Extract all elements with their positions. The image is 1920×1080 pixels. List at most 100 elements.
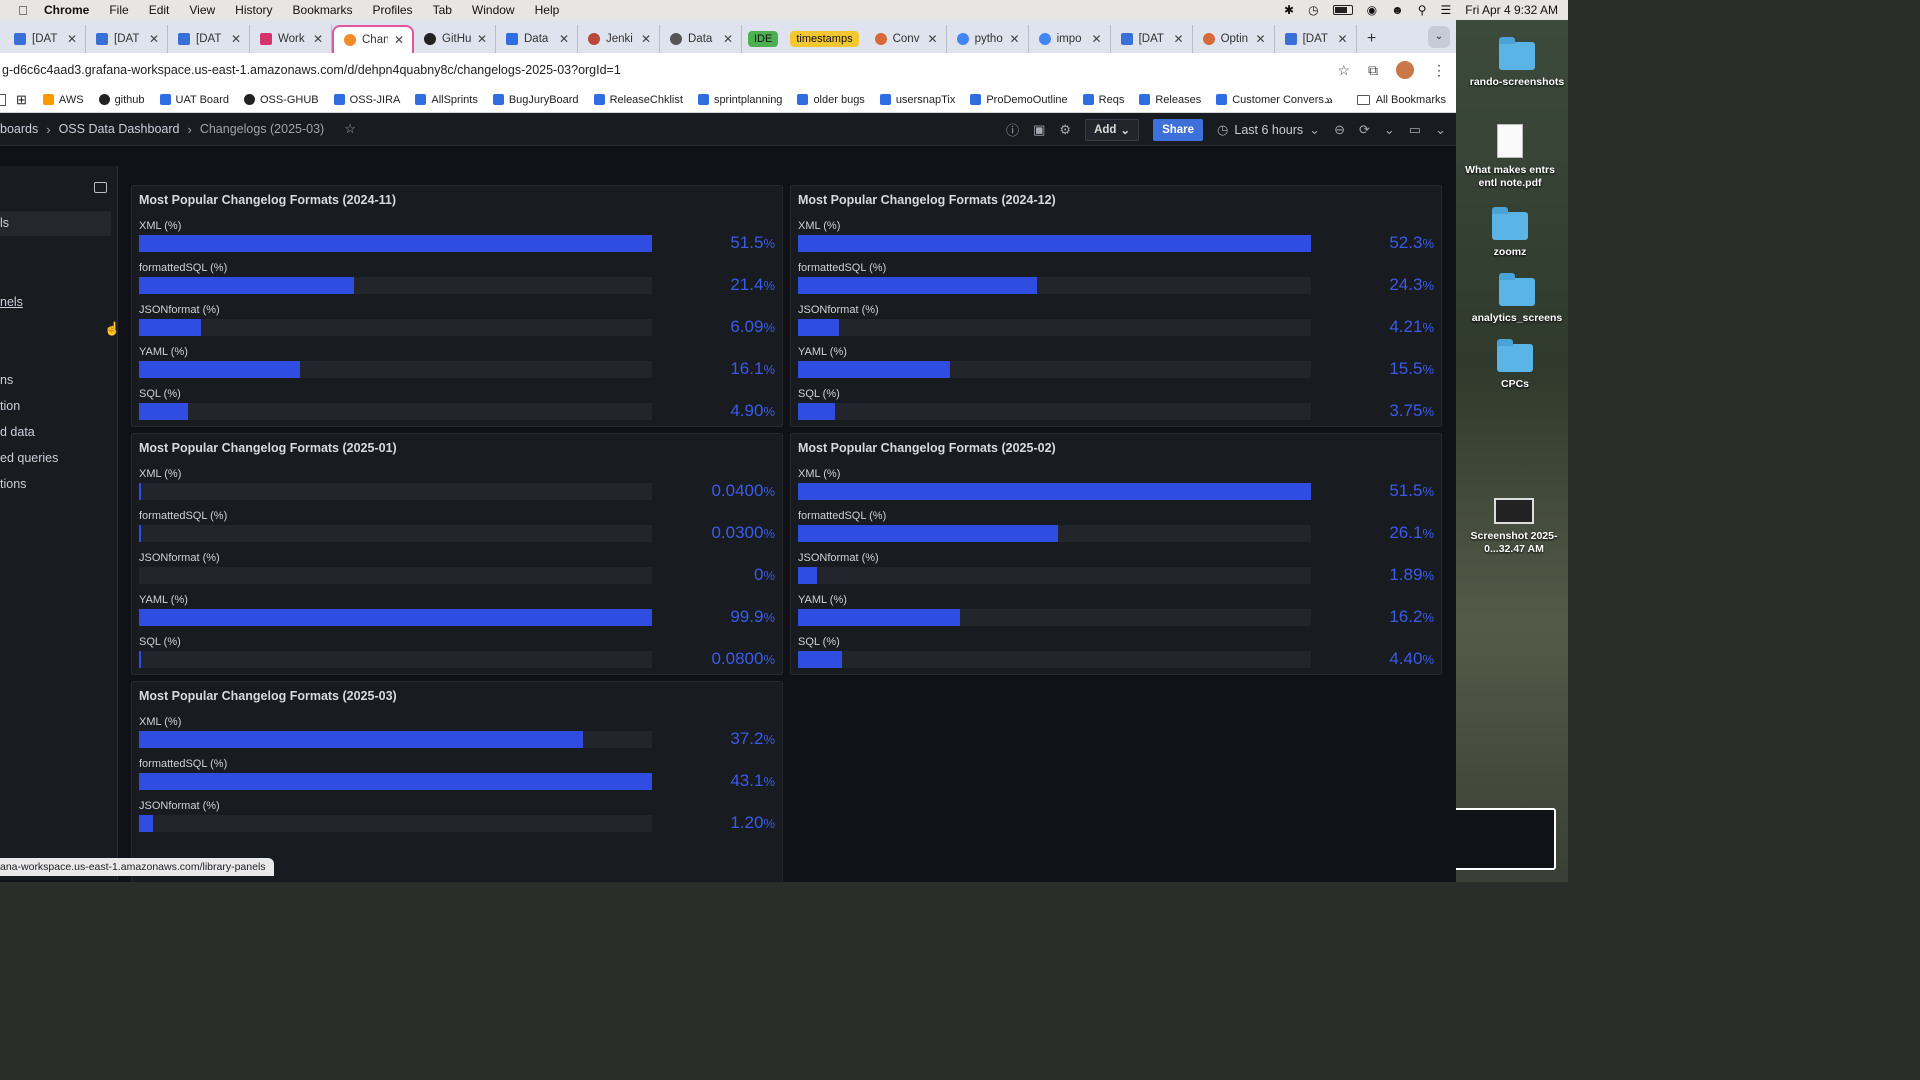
- bookmark-reqs[interactable]: Reqs: [1082, 94, 1124, 106]
- bookmark-customer-convers[interactable]: Customer Convers...: [1216, 94, 1333, 106]
- desktop-item-rando-screenshots[interactable]: rando-screenshots: [1467, 37, 1567, 89]
- tab-group-ide[interactable]: IDE: [742, 25, 784, 53]
- close-icon[interactable]: ✕: [1010, 32, 1020, 46]
- browser-tab[interactable]: impo ✕: [1029, 25, 1111, 53]
- bookmark-usersnaptix[interactable]: usersnapTix: [879, 94, 955, 106]
- close-icon[interactable]: ✕: [231, 32, 241, 46]
- menu-window[interactable]: Window: [472, 3, 515, 17]
- breadcrumb-dashboard[interactable]: OSS Data Dashboard: [59, 122, 180, 136]
- close-icon[interactable]: ✕: [559, 32, 569, 46]
- zoom-out-icon[interactable]: ⊖: [1334, 122, 1345, 138]
- desktop-item-pdf[interactable]: What makes entrs entl note.pdf: [1460, 124, 1560, 190]
- nav-item-playlists[interactable]: tion: [0, 399, 20, 413]
- bookmark-releasechklist[interactable]: ReleaseChklist: [593, 94, 683, 106]
- bookmark-sprintplanning[interactable]: sprintplanning: [697, 94, 782, 106]
- nav-item-snapshots[interactable]: ns: [0, 373, 13, 387]
- close-icon[interactable]: ✕: [477, 32, 487, 46]
- browser-tab-active[interactable]: Chan ✕: [332, 25, 414, 53]
- bookmark-github[interactable]: github: [98, 94, 145, 106]
- browser-tab[interactable]: [DAT ✕: [1275, 25, 1357, 53]
- bookmark-allsprints[interactable]: AllSprints: [415, 94, 478, 106]
- bookmark-releases[interactable]: Releases: [1139, 94, 1201, 106]
- menu-clock[interactable]: Fri Apr 4 9:32 AM: [1465, 3, 1558, 17]
- browser-tab[interactable]: [DAT ✕: [1111, 25, 1193, 53]
- share-button[interactable]: Share: [1153, 118, 1204, 141]
- control-center-icon[interactable]: ☰: [1441, 3, 1452, 17]
- browser-tab[interactable]: pytho ✕: [947, 25, 1029, 53]
- close-icon[interactable]: ✕: [67, 32, 77, 46]
- app-menu[interactable]: Chrome: [44, 3, 89, 17]
- close-icon[interactable]: ✕: [723, 32, 733, 46]
- close-icon[interactable]: ✕: [394, 33, 404, 47]
- bookmark-star-icon[interactable]: ☆: [1337, 62, 1350, 79]
- desktop-item-screenshot[interactable]: Screenshot 2025-0...32.47 AM: [1464, 498, 1564, 556]
- user-icon[interactable]: ☻: [1391, 3, 1404, 17]
- kebab-menu-icon[interactable]: ⋮: [1432, 62, 1446, 79]
- wifi-icon[interactable]: ◉: [1367, 3, 1377, 17]
- time-machine-icon[interactable]: ◷: [1308, 3, 1318, 17]
- bookmark-oss-ghub[interactable]: OSS-GHUB: [243, 94, 319, 106]
- dock-menu-icon[interactable]: [94, 182, 107, 193]
- close-icon[interactable]: ✕: [1092, 32, 1102, 46]
- apple-menu-icon[interactable]: : [16, 3, 30, 18]
- tab-group-timestamps[interactable]: timestamps: [784, 25, 864, 53]
- bookmark-oss-jira[interactable]: OSS-JIRA: [333, 94, 400, 106]
- menu-history[interactable]: History: [235, 3, 272, 17]
- bar-gauge-panel[interactable]: Most Popular Changelog Formats (2025-02)…: [790, 433, 1442, 675]
- menu-profiles[interactable]: Profiles: [373, 3, 413, 17]
- menu-view[interactable]: View: [189, 3, 215, 17]
- add-button[interactable]: Add ⌄: [1085, 118, 1140, 141]
- bar-gauge-panel[interactable]: Most Popular Changelog Formats (2025-01)…: [131, 433, 783, 675]
- nav-item-recorded-queries[interactable]: ed queries: [0, 451, 58, 465]
- browser-tab[interactable]: Jenki ✕: [578, 25, 660, 53]
- star-icon[interactable]: ☆: [344, 121, 356, 137]
- menu-tab[interactable]: Tab: [433, 3, 452, 17]
- browser-tab[interactable]: GitHu ✕: [414, 25, 496, 53]
- close-icon[interactable]: ✕: [313, 32, 323, 46]
- close-icon[interactable]: ✕: [1338, 32, 1348, 46]
- all-bookmarks-button[interactable]: All Bookmarks: [1376, 94, 1446, 106]
- close-icon[interactable]: ✕: [641, 32, 651, 46]
- close-icon[interactable]: ✕: [149, 32, 159, 46]
- apps-grid-icon[interactable]: ⊞: [16, 92, 27, 108]
- tv-mode-icon[interactable]: ▭: [1409, 122, 1421, 138]
- profile-avatar[interactable]: [1396, 61, 1414, 79]
- time-range-picker[interactable]: ◷ Last 6 hours ⌄: [1217, 122, 1320, 138]
- extensions-icon[interactable]: ⧉: [1368, 62, 1378, 79]
- browser-tab[interactable]: Optin ✕: [1193, 25, 1275, 53]
- menu-file[interactable]: File: [109, 3, 128, 17]
- collapse-chevron-icon[interactable]: ⌄: [1435, 122, 1446, 138]
- close-icon[interactable]: ✕: [1256, 32, 1266, 46]
- bookmark-aws[interactable]: AWS: [42, 94, 84, 106]
- nav-item-reporting[interactable]: tions: [0, 477, 26, 491]
- nav-item-library-panels[interactable]: nels: [0, 295, 23, 309]
- url-field[interactable]: g-d6c6c4aad3.grafana-workspace.us-east-1…: [0, 63, 621, 77]
- bar-gauge-panel[interactable]: Most Popular Changelog Formats (2024-12)…: [790, 185, 1442, 427]
- bookmark-uat-board[interactable]: UAT Board: [159, 94, 229, 106]
- refresh-icon[interactable]: ⟳: [1359, 122, 1370, 138]
- info-icon[interactable]: ⓘ: [1006, 120, 1019, 139]
- more-bookmarks-chevron-icon[interactable]: »: [1325, 92, 1332, 107]
- nav-item-shared-data[interactable]: d data: [0, 425, 35, 439]
- tab-search-icon[interactable]: ⌄: [1428, 26, 1450, 48]
- browser-tab[interactable]: Work ✕: [250, 25, 332, 53]
- browser-tab[interactable]: Data ✕: [660, 25, 742, 53]
- menu-help[interactable]: Help: [535, 3, 560, 17]
- desktop-item-zoomz[interactable]: zoomz: [1460, 207, 1560, 259]
- close-icon[interactable]: ✕: [1174, 32, 1184, 46]
- new-tab-icon[interactable]: +: [1357, 25, 1387, 53]
- battery-icon[interactable]: [1332, 5, 1353, 15]
- menu-bookmarks[interactable]: Bookmarks: [293, 3, 353, 17]
- desktop-item-analytics-screens[interactable]: analytics_screens: [1467, 273, 1567, 325]
- menu-edit[interactable]: Edit: [149, 3, 170, 17]
- bar-gauge-panel[interactable]: Most Popular Changelog Formats (2025-03)…: [131, 681, 783, 882]
- spotlight-search-icon[interactable]: ⚲: [1418, 3, 1427, 17]
- browser-tab[interactable]: Data ✕: [496, 25, 578, 53]
- sidebar-toggle-icon[interactable]: [0, 93, 6, 106]
- close-icon[interactable]: ✕: [928, 32, 938, 46]
- bookmark-older-bugs[interactable]: older bugs: [797, 94, 865, 106]
- settings-gear-icon[interactable]: ⚙: [1059, 122, 1071, 138]
- browser-tab[interactable]: [DAT ✕: [4, 25, 86, 53]
- nav-item-dashboards[interactable]: ls: [0, 211, 111, 236]
- bluetooth-icon[interactable]: ✱: [1284, 3, 1294, 17]
